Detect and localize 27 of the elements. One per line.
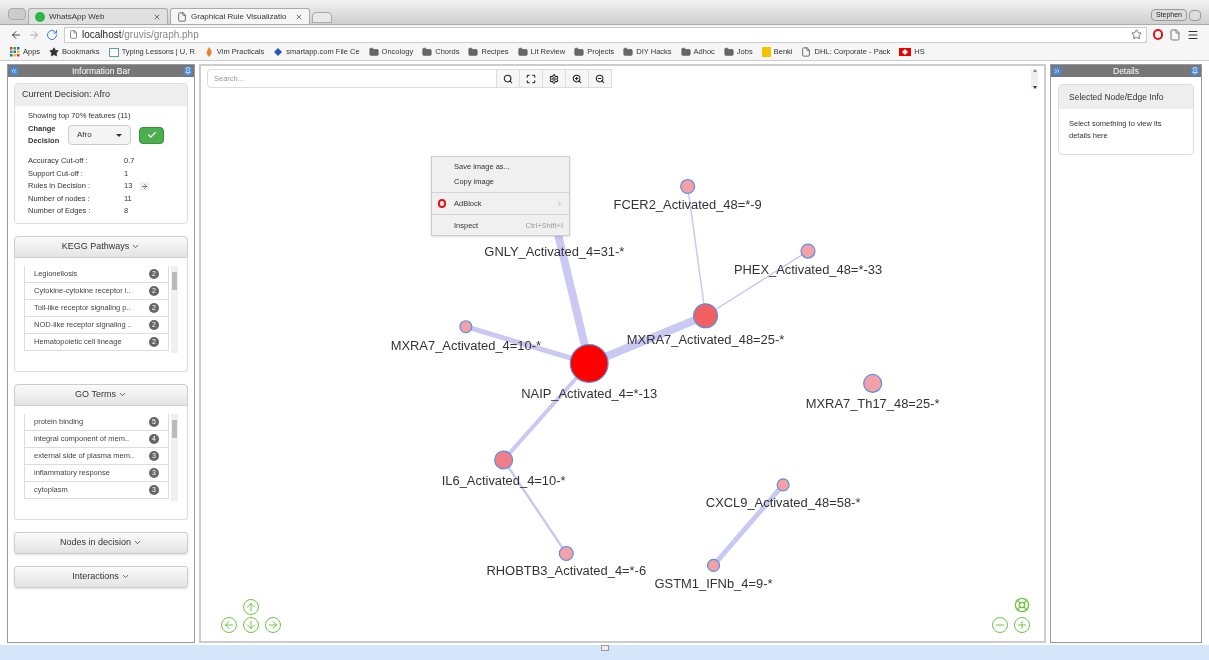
card-title: Current Decision: Afro: [15, 84, 187, 106]
panel-title: Details: [1112, 64, 1140, 78]
address-host: localhost: [82, 28, 122, 42]
node-label: IL6_Activated_4=10-*: [441, 472, 566, 488]
node-label: MXRA7_Th17_48=25-*: [805, 396, 940, 412]
address-path: /gruvis/graph.php: [121, 28, 199, 42]
node-label: GNLY_Activated_4=31-*: [484, 244, 625, 260]
node-label: MXRA7_Activated_48=25-*: [626, 331, 785, 347]
section-toggle[interactable]: Interactions: [14, 565, 188, 588]
node-label: PHEX_Activated_48=*-33: [733, 262, 883, 277]
decision-select[interactable]: Afro: [68, 125, 131, 146]
tab-title: Graphical Rule Visualizatio: [191, 10, 288, 23]
node-label: MXRA7_Activated_4=10-*: [390, 337, 541, 353]
node-label: RHOBTB3_Activated_4=*-6: [486, 563, 647, 579]
card-title: Selected Node/Edge Info: [1059, 85, 1193, 109]
section-toggle[interactable]: Nodes in decision: [14, 531, 188, 554]
address-field[interactable]: localhost/gruvis/graph.php: [64, 26, 1147, 43]
node-label: GSTM1_IFNb_4=9-*: [654, 576, 773, 592]
browser-tab[interactable]: Graphical Rule Visualizatio: [170, 8, 310, 24]
section-toggle[interactable]: GO Terms: [14, 383, 188, 406]
node-label: NAIP_Activated_4=*-13: [521, 386, 658, 402]
browser-tab[interactable]: WhatsApp Web: [28, 8, 168, 24]
section-toggle[interactable]: KEGG Pathways: [14, 235, 188, 258]
node-label: CXCL9_Activated_48=58-*: [705, 494, 861, 510]
node-label: FCER2_Activated_48=*-9: [613, 197, 762, 213]
tab-title: WhatsApp Web: [49, 10, 106, 23]
panel-title: Information Bar: [70, 64, 132, 78]
